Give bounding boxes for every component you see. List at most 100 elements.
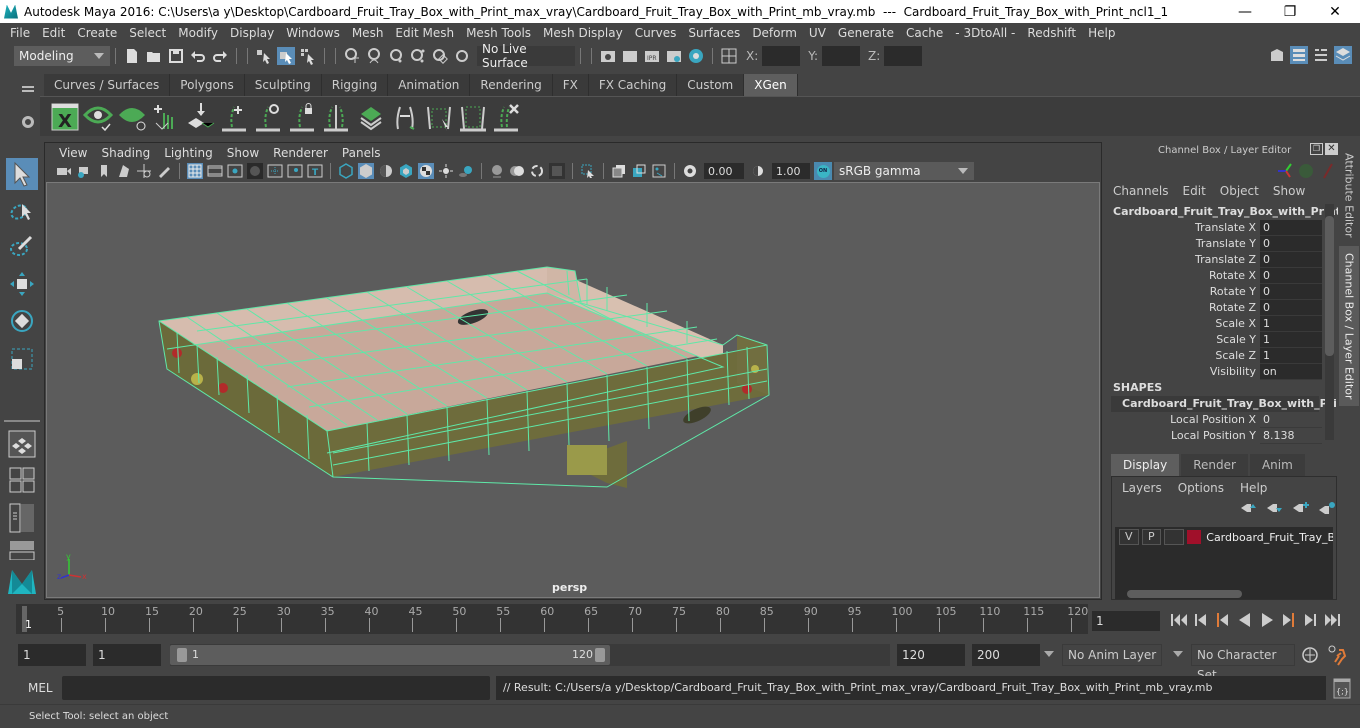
auto-key-icon[interactable] [1300,645,1320,665]
select-component-icon[interactable] [299,47,317,65]
animation-start-field[interactable]: 1 [18,644,86,666]
channel-value[interactable]: 1 [1260,316,1322,332]
channel-row[interactable]: Scale X1 [1106,316,1324,332]
layer-menu-layers[interactable]: Layers [1122,481,1162,495]
channel-value[interactable]: 1 [1260,348,1322,364]
channel-row[interactable]: Rotate X0 [1106,268,1324,284]
safe-action-icon[interactable] [287,163,303,179]
maya-home-logo-icon[interactable] [6,566,38,596]
channel-row[interactable]: Translate X0 [1106,220,1324,236]
y-coord-field[interactable] [822,46,861,66]
snap-view-plane-icon[interactable] [409,47,427,65]
isolate-select-icon[interactable] [549,163,565,179]
fruit-tray-model[interactable] [47,183,1101,599]
shelf-settings-gear-icon[interactable] [22,116,34,128]
float-panel-button[interactable]: ❐ [1310,143,1323,155]
default-material-icon[interactable] [378,163,394,179]
channel-label[interactable]: Translate X [1106,220,1260,236]
channel-row[interactable]: Rotate Z0 [1106,300,1324,316]
single-perspective-layout-button[interactable] [6,428,38,460]
channel-label[interactable]: Local Position X [1106,412,1260,428]
move-layer-down-icon[interactable] [1266,501,1284,515]
new-layer-icon[interactable] [1292,501,1310,515]
outliner-layout-button[interactable] [6,502,38,534]
close-button[interactable]: ✕ [1312,0,1358,23]
grid-toggle-icon[interactable] [187,163,203,179]
channel-value[interactable]: 0 [1260,220,1322,236]
layer-display-type-toggle[interactable] [1164,529,1184,545]
viewport-menu-show[interactable]: Show [220,146,266,160]
channel-box-manipulator-icons[interactable] [1276,162,1336,180]
shelf-tab-curves-surfaces[interactable]: Curves / Surfaces [44,74,171,96]
field-chart-icon[interactable] [267,163,283,179]
scale-tool-button[interactable] [6,343,38,375]
xray-joints-icon[interactable] [509,163,525,179]
shape-channel-row[interactable]: Local Position Y 8.138 [1106,428,1324,444]
menu-mesh-tools[interactable]: Mesh Tools [460,26,537,40]
playback-start-field[interactable]: 1 [93,644,161,666]
color-management-toggle[interactable]: ON [814,162,832,180]
image-plane-icon[interactable] [116,163,132,179]
x-coord-field[interactable] [762,46,801,66]
viewport-menu-shading[interactable]: Shading [94,146,157,160]
channel-label[interactable]: Scale Z [1106,348,1260,364]
viewport-menu-view[interactable]: View [52,146,94,160]
shape-name[interactable]: Cardboard_Fruit_Tray_Box_with_Pri... [1111,396,1349,412]
xgen-place-guides-icon[interactable] [184,101,218,133]
move-tool-button[interactable] [6,268,38,300]
layer-horizontal-scrollbar[interactable] [1115,589,1333,599]
playback-end-field[interactable]: 120 [897,644,965,666]
gate-mask-icon[interactable] [247,163,263,179]
menu-help[interactable]: Help [1082,26,1121,40]
shelf-tab-rigging[interactable]: Rigging [321,74,389,96]
z-coord-field[interactable] [884,46,923,66]
range-end-handle[interactable] [595,648,605,662]
channel-label[interactable]: Rotate Z [1106,300,1260,316]
viewport-menu-lighting[interactable]: Lighting [157,146,220,160]
menu-cache[interactable]: Cache [900,26,949,40]
graph-layout-button[interactable] [6,538,38,562]
menu-curves[interactable]: Curves [629,26,683,40]
camera-icon[interactable] [56,163,72,179]
menu-generate[interactable]: Generate [832,26,900,40]
ipr-render-icon[interactable]: IPR [643,47,661,65]
channel-box-menu-object[interactable]: Object [1213,184,1266,198]
menu-windows[interactable]: Windows [280,26,346,40]
anim-layer-chevron-icon[interactable] [1044,651,1054,657]
menu-edit[interactable]: Edit [36,26,71,40]
channel-row[interactable]: Translate Y0 [1106,236,1324,252]
channel-row[interactable]: Visibility on [1106,364,1324,380]
xgen-grid-icon[interactable] [354,101,388,133]
character-set-dropdown[interactable]: No Character Set [1191,644,1295,682]
scrollbar-thumb[interactable] [1325,216,1334,356]
channel-label[interactable]: Scale Y [1106,332,1260,348]
channel-box-menu-edit[interactable]: Edit [1176,184,1213,198]
xgen-toggle-visibility-icon[interactable] [252,101,286,133]
channel-box-layer-editor-tab[interactable]: Channel Box / Layer Editor [1339,246,1359,406]
step-back-frame-icon[interactable] [1212,611,1234,629]
rotate-tool-button[interactable] [6,305,38,337]
hypershade-icon[interactable] [687,47,705,65]
channel-box-toggle-icon[interactable] [1334,46,1352,64]
channel-label[interactable]: Local Position Y [1106,428,1260,444]
scrollbar-thumb[interactable] [1127,590,1242,598]
range-slider[interactable]: 1 120 [170,644,890,666]
bookmark-icon[interactable] [96,163,112,179]
step-forward-key-icon[interactable] [1300,611,1322,629]
step-back-key-icon[interactable] [1190,611,1212,629]
channel-value[interactable]: 8.138 [1260,428,1322,444]
paint-select-tool-button[interactable] [6,230,38,262]
channel-box-menu-channels[interactable]: Channels [1106,184,1176,198]
channel-label[interactable]: Rotate X [1106,268,1260,284]
shape-channel-row[interactable]: Local Position X0 [1106,412,1324,428]
shelf-tab-sculpting[interactable]: Sculpting [244,74,322,96]
channel-label[interactable]: Visibility [1106,364,1260,380]
xgen-add-guides-icon[interactable] [150,101,184,133]
viewport-menu-renderer[interactable]: Renderer [266,146,335,160]
color-space-dropdown[interactable]: sRGB gamma [834,162,974,180]
xgen-lock-icon[interactable] [286,101,320,133]
xgen-guides-icon[interactable] [320,101,354,133]
xray-icon[interactable] [489,163,505,179]
menu-display[interactable]: Display [224,26,280,40]
menu-mesh-display[interactable]: Mesh Display [537,26,629,40]
